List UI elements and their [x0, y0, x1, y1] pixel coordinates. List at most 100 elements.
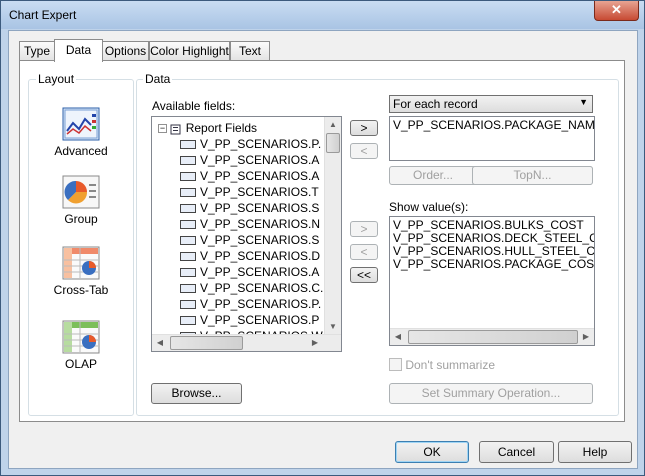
- field-label: V_PP_SCENARIOS.T: [200, 185, 319, 199]
- scroll-up-arrow[interactable]: ▲: [325, 117, 341, 133]
- field-item[interactable]: V_PP_SCENARIOS.S: [180, 200, 319, 216]
- data-tab-panel: Layout Advanced Group Cross-Tab OLAP Dat…: [19, 60, 625, 422]
- layout-olap[interactable]: OLAP: [41, 320, 121, 371]
- show-values-label: Show value(s):: [389, 200, 469, 214]
- on-change-dropdown[interactable]: For each record ▼: [389, 95, 593, 113]
- field-icon: [180, 220, 196, 230]
- field-item[interactable]: V_PP_SCENARIOS.P.: [180, 296, 321, 312]
- layout-cross-tab[interactable]: Cross-Tab: [41, 246, 121, 297]
- field-icon: [180, 172, 196, 182]
- field-item[interactable]: V_PP_SCENARIOS.D: [180, 248, 320, 264]
- layout-group-label: Layout: [36, 72, 77, 86]
- topn-button-label[interactable]: TopN...: [472, 166, 593, 185]
- field-icon: [180, 284, 196, 294]
- olap-chart-icon: [62, 320, 100, 354]
- field-item[interactable]: V_PP_SCENARIOS.N: [180, 216, 320, 232]
- remove-value-button[interactable]: <: [350, 244, 378, 260]
- browse-button[interactable]: Browse...: [151, 383, 242, 404]
- values-scroll-left-arrow[interactable]: ◀: [390, 329, 406, 345]
- set-summary-operation-button[interactable]: Set Summary Operation...: [389, 383, 593, 404]
- scroll-left-arrow[interactable]: ◀: [152, 335, 168, 351]
- remove-on-change-button[interactable]: <: [350, 143, 378, 159]
- field-label: V_PP_SCENARIOS.P.: [200, 297, 322, 311]
- vertical-scroll-thumb[interactable]: [326, 133, 340, 153]
- field-icon: [180, 268, 196, 278]
- advanced-chart-icon: [62, 107, 100, 141]
- available-fields-label: Available fields:: [152, 99, 236, 113]
- field-label: V_PP_SCENARIOS.A: [200, 169, 320, 183]
- chevron-down-icon: ▼: [579, 97, 588, 107]
- field-item[interactable]: V_PP_SCENARIOS.A: [180, 264, 319, 280]
- fields-vertical-scrollbar[interactable]: ▲ ▼: [324, 117, 341, 335]
- data-group: Data Available fields: − Report Fields V…: [136, 72, 619, 416]
- tree-root[interactable]: − Report Fields: [158, 120, 257, 136]
- field-item[interactable]: V_PP_SCENARIOS.T: [180, 184, 319, 200]
- layout-group: Layout Advanced Group Cross-Tab OLAP: [28, 72, 134, 416]
- data-group-label: Data: [143, 72, 173, 86]
- report-fields-icon: [170, 123, 182, 135]
- field-icon: [180, 188, 196, 198]
- checkbox-box[interactable]: [389, 358, 402, 372]
- field-icon: [180, 236, 196, 246]
- values-horizontal-scroll-thumb[interactable]: [408, 330, 578, 344]
- field-label: V_PP_SCENARIOS.N: [200, 217, 321, 231]
- field-item[interactable]: V_PP_SCENARIOS.A: [180, 152, 319, 168]
- help-button[interactable]: Help: [558, 441, 632, 463]
- field-icon: [180, 156, 196, 166]
- values-scroll-right-arrow[interactable]: ▶: [578, 329, 594, 345]
- cross-tab-chart-icon: [62, 246, 100, 280]
- add-value-button[interactable]: >: [350, 221, 378, 237]
- layout-advanced-label: Advanced: [54, 144, 108, 158]
- layout-advanced[interactable]: Advanced: [41, 107, 121, 158]
- available-fields-tree[interactable]: − Report Fields V_PP_SCENARIOS.P. V_PP_SC…: [151, 116, 342, 352]
- field-icon: [180, 300, 196, 310]
- scroll-right-arrow[interactable]: ▶: [307, 335, 323, 351]
- remove-all-values-button[interactable]: <<: [350, 267, 378, 283]
- on-change-listbox[interactable]: V_PP_SCENARIOS.PACKAGE_NAME: [389, 116, 595, 161]
- tab-options[interactable]: Options: [102, 41, 149, 60]
- add-on-change-button[interactable]: >: [350, 120, 378, 136]
- dont-summarize-label: Don't summarize: [405, 357, 495, 372]
- fields-horizontal-scrollbar[interactable]: ◀ ▶: [152, 334, 341, 351]
- field-icon: [180, 316, 196, 326]
- ok-button[interactable]: OK: [395, 441, 469, 463]
- layout-cross-tab-label: Cross-Tab: [53, 283, 109, 297]
- values-horizontal-scrollbar[interactable]: ◀ ▶: [390, 328, 594, 345]
- value-item[interactable]: V_PP_SCENARIOS.PACKAGE_COST: [393, 258, 594, 271]
- field-label: V_PP_SCENARIOS.S: [200, 233, 320, 247]
- chart-expert-window: Chart Expert ✕ Type Data Options Color H…: [0, 0, 645, 476]
- field-item[interactable]: V_PP_SCENARIOS.P: [180, 312, 319, 328]
- field-item[interactable]: V_PP_SCENARIOS.A: [180, 168, 319, 184]
- field-label: V_PP_SCENARIOS.A: [200, 265, 320, 279]
- title-bar: Chart Expert ✕: [1, 1, 644, 29]
- field-item[interactable]: V_PP_SCENARIOS.P.: [180, 136, 321, 152]
- order-button[interactable]: Order...: [389, 166, 477, 185]
- layout-group-label-text: Group: [64, 212, 98, 226]
- close-button[interactable]: ✕: [594, 1, 639, 21]
- field-item[interactable]: V_PP_SCENARIOS.C.: [180, 280, 323, 296]
- tab-text[interactable]: Text: [230, 41, 270, 60]
- collapse-icon[interactable]: −: [158, 124, 167, 134]
- field-label: V_PP_SCENARIOS.S: [200, 201, 320, 215]
- field-item[interactable]: V_PP_SCENARIOS.S: [180, 232, 319, 248]
- on-change-field[interactable]: V_PP_SCENARIOS.PACKAGE_NAME: [393, 119, 594, 132]
- horizontal-scroll-thumb[interactable]: [170, 336, 243, 350]
- dont-summarize-checkbox[interactable]: Don't summarize: [389, 357, 495, 372]
- dialog-client-area: Type Data Options Color Highlight Text L…: [8, 30, 638, 469]
- window-title: Chart Expert: [9, 8, 77, 22]
- layout-olap-label: OLAP: [64, 357, 97, 371]
- scroll-down-arrow[interactable]: ▼: [325, 319, 341, 335]
- tab-data[interactable]: Data: [54, 39, 103, 62]
- field-icon: [180, 252, 196, 262]
- tab-type[interactable]: Type: [19, 41, 55, 60]
- tab-color-highlight[interactable]: Color Highlight: [149, 41, 230, 60]
- field-label: V_PP_SCENARIOS.A: [200, 153, 320, 167]
- layout-group-item[interactable]: Group: [41, 175, 121, 226]
- field-icon: [180, 204, 196, 214]
- cancel-button[interactable]: Cancel: [479, 441, 554, 463]
- show-values-listbox[interactable]: V_PP_SCENARIOS.BULKS_COST V_PP_SCENARIOS.…: [389, 216, 595, 346]
- field-label: V_PP_SCENARIOS.C.: [200, 281, 324, 295]
- group-chart-icon: [62, 175, 100, 209]
- field-icon: [180, 140, 196, 150]
- field-label: V_PP_SCENARIOS.D: [200, 249, 321, 263]
